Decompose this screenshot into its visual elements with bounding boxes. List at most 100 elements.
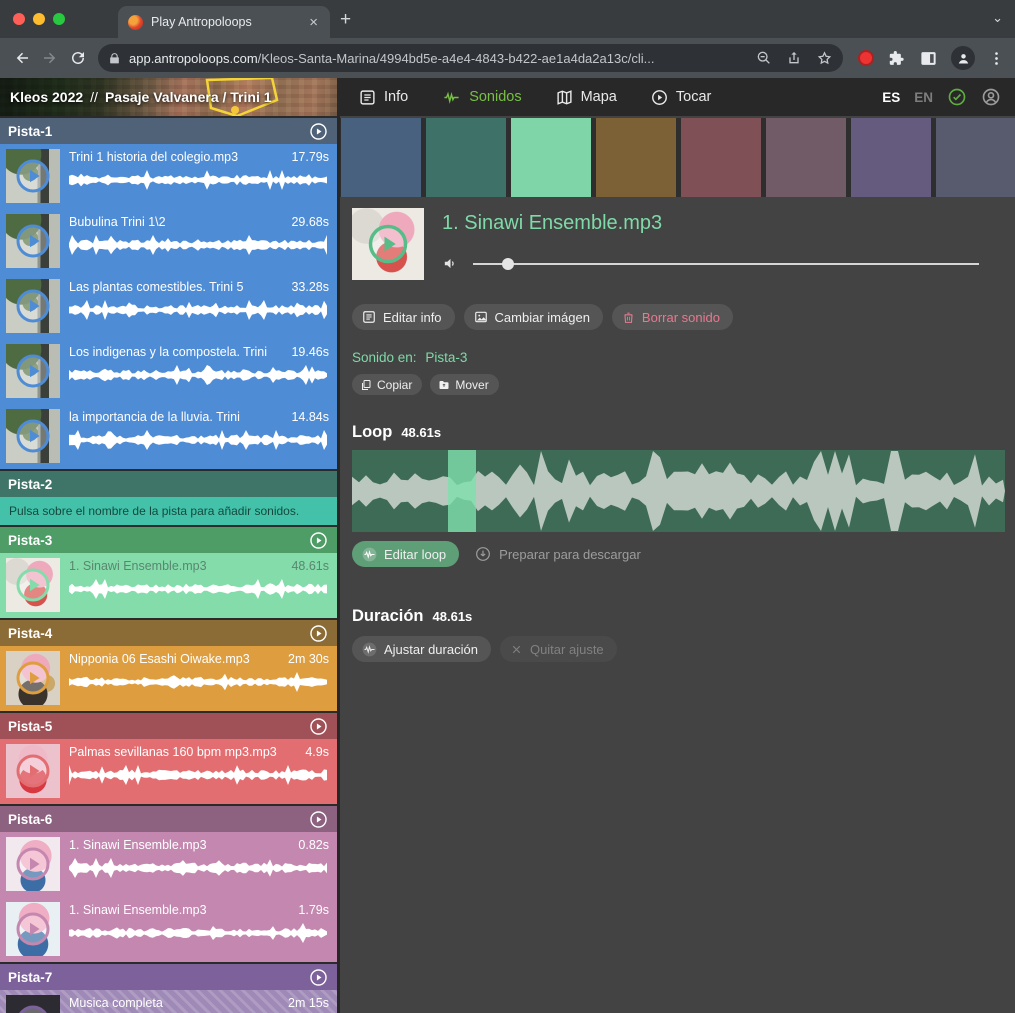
clip-row[interactable]: 1. Sinawi Ensemble.mp348.61s — [0, 553, 337, 618]
delete-sound-button[interactable]: Borrar sonido — [612, 304, 733, 330]
clip-play-icon[interactable] — [6, 744, 60, 798]
track-play-button[interactable] — [309, 717, 328, 736]
forward-button[interactable] — [36, 44, 64, 72]
track-swatch-2[interactable] — [426, 118, 506, 197]
loop-playhead[interactable] — [448, 450, 476, 532]
clip-thumbnail[interactable] — [6, 744, 60, 798]
clip-thumbnail[interactable] — [6, 214, 60, 268]
clip-play-icon[interactable] — [6, 344, 60, 398]
volume-slider[interactable] — [473, 258, 979, 270]
address-bar[interactable]: app.antropoloops.com/Kleos-Santa-Marina/… — [98, 44, 843, 72]
back-button[interactable] — [8, 44, 36, 72]
clip-play-icon[interactable] — [6, 214, 60, 268]
new-tab-button[interactable]: + — [340, 9, 351, 31]
maximize-window-button[interactable] — [53, 13, 65, 25]
track-header-pista-5[interactable]: Pista-5 — [0, 713, 337, 739]
clip-thumbnail[interactable] — [6, 837, 60, 891]
play-sound-icon[interactable] — [352, 208, 424, 280]
clip-thumbnail[interactable] — [6, 558, 60, 612]
minimize-window-button[interactable] — [33, 13, 45, 25]
clip-row[interactable]: 1. Sinawi Ensemble.mp30.82s — [0, 832, 337, 897]
edit-loop-button[interactable]: Editar loop — [352, 541, 459, 567]
clip-play-icon[interactable] — [6, 409, 60, 463]
close-window-button[interactable] — [13, 13, 25, 25]
clip-play-icon[interactable] — [6, 995, 60, 1013]
tab-close-icon[interactable]: × — [307, 14, 320, 31]
nav-tab-sonidos[interactable]: Sonidos — [442, 89, 521, 106]
track-play-button[interactable] — [309, 624, 328, 643]
clip-thumbnail[interactable] — [6, 149, 60, 203]
clip-thumbnail[interactable] — [6, 344, 60, 398]
track-play-button[interactable] — [309, 810, 328, 829]
clip-play-icon[interactable] — [6, 651, 60, 705]
track-header-pista-4[interactable]: Pista-4 — [0, 620, 337, 646]
clip-thumbnail[interactable] — [6, 409, 60, 463]
clip-play-icon[interactable] — [6, 558, 60, 612]
clip-play-icon[interactable] — [6, 902, 60, 956]
clip-row[interactable]: Las plantas comestibles. Trini 533.28s — [0, 274, 337, 339]
browser-tab[interactable]: Play Antropoloops × — [118, 6, 330, 38]
clip-row[interactable]: Trini 1 historia del colegio.mp317.79s — [0, 144, 337, 209]
loop-waveform[interactable] — [352, 450, 1005, 532]
account-icon[interactable] — [981, 87, 1001, 107]
track-header-pista-2[interactable]: Pista-2 — [0, 471, 337, 497]
copy-button[interactable]: Copiar — [352, 374, 422, 395]
clip-row[interactable]: Los indigenas y la compostela. Trini19.4… — [0, 339, 337, 404]
nav-tab-mapa[interactable]: Mapa — [556, 89, 617, 106]
track-swatch-5[interactable] — [681, 118, 761, 197]
track-swatch-3-selected[interactable] — [511, 118, 591, 197]
clip-row[interactable]: Musica completa2m 15s — [0, 990, 337, 1013]
remove-adjust-button[interactable]: Quitar ajuste — [500, 636, 617, 662]
track-play-button[interactable] — [309, 122, 328, 141]
clip-row[interactable]: Palmas sevillanas 160 bpm mp3.mp34.9s — [0, 739, 337, 804]
profile-avatar[interactable] — [951, 46, 975, 70]
sound-location-track-link[interactable]: Pista-3 — [425, 350, 467, 365]
clip-play-icon[interactable] — [6, 837, 60, 891]
clip-thumbnail[interactable] — [6, 651, 60, 705]
clip-thumbnail[interactable] — [6, 902, 60, 956]
tab-search-chevron-icon[interactable]: ⌄ — [992, 10, 1003, 26]
track-swatch-8[interactable] — [936, 118, 1015, 197]
breadcrumb-map-thumbnail[interactable]: Kleos 2022 // Pasaje Valvanera / Trini 1 — [0, 78, 337, 116]
clip-thumbnail[interactable] — [6, 279, 60, 333]
track-header-pista-6[interactable]: Pista-6 — [0, 806, 337, 832]
edit-info-button[interactable]: Editar info — [352, 304, 455, 330]
volume-slider-track[interactable] — [473, 263, 979, 265]
recording-extension-icon[interactable] — [858, 50, 874, 66]
track-swatch-4[interactable] — [596, 118, 676, 197]
prepare-download-link[interactable]: Preparar para descargar — [475, 546, 641, 562]
track-swatch-6[interactable] — [766, 118, 846, 197]
track-swatch-1[interactable] — [341, 118, 421, 197]
browser-menu-kebab-icon[interactable] — [988, 50, 1005, 67]
clip-row[interactable]: Bubulina Trini 1\229.68s — [0, 209, 337, 274]
nav-tab-info[interactable]: Info — [359, 89, 408, 106]
track-play-button[interactable] — [309, 531, 328, 550]
adjust-duration-button[interactable]: Ajustar duración — [352, 636, 491, 662]
sync-check-icon[interactable] — [947, 87, 967, 107]
clip-row[interactable]: 1. Sinawi Ensemble.mp31.79s — [0, 897, 337, 962]
clip-row[interactable]: la importancia de la lluvia. Trini14.84s — [0, 404, 337, 469]
clip-row[interactable]: Nipponia 06 Esashi Oiwake.mp32m 30s — [0, 646, 337, 711]
lang-es-button[interactable]: ES — [882, 90, 900, 105]
lang-en-button[interactable]: EN — [914, 90, 933, 105]
move-button[interactable]: Mover — [430, 374, 498, 395]
reload-button[interactable] — [64, 44, 92, 72]
change-image-button[interactable]: Cambiar imágen — [464, 304, 603, 330]
breadcrumb-project[interactable]: Kleos 2022 — [10, 89, 83, 105]
extensions-puzzle-icon[interactable] — [887, 49, 906, 68]
side-panel-icon[interactable] — [919, 49, 938, 68]
track-header-pista-7[interactable]: Pista-7 — [0, 964, 337, 990]
breadcrumb-location[interactable]: Pasaje Valvanera / Trini 1 — [105, 89, 272, 105]
zoom-icon[interactable] — [756, 50, 772, 66]
nav-tab-tocar[interactable]: Tocar — [651, 89, 711, 106]
clip-play-icon[interactable] — [6, 149, 60, 203]
clip-play-icon[interactable] — [6, 279, 60, 333]
track-swatch-7[interactable] — [851, 118, 931, 197]
track-play-button[interactable] — [309, 968, 328, 987]
bookmark-star-icon[interactable] — [816, 50, 833, 67]
track-header-pista-3[interactable]: Pista-3 — [0, 527, 337, 553]
clip-thumbnail[interactable] — [6, 995, 60, 1013]
sound-thumbnail[interactable] — [352, 208, 424, 280]
share-icon[interactable] — [786, 50, 802, 66]
track-header-pista-1[interactable]: Pista-1 — [0, 118, 337, 144]
